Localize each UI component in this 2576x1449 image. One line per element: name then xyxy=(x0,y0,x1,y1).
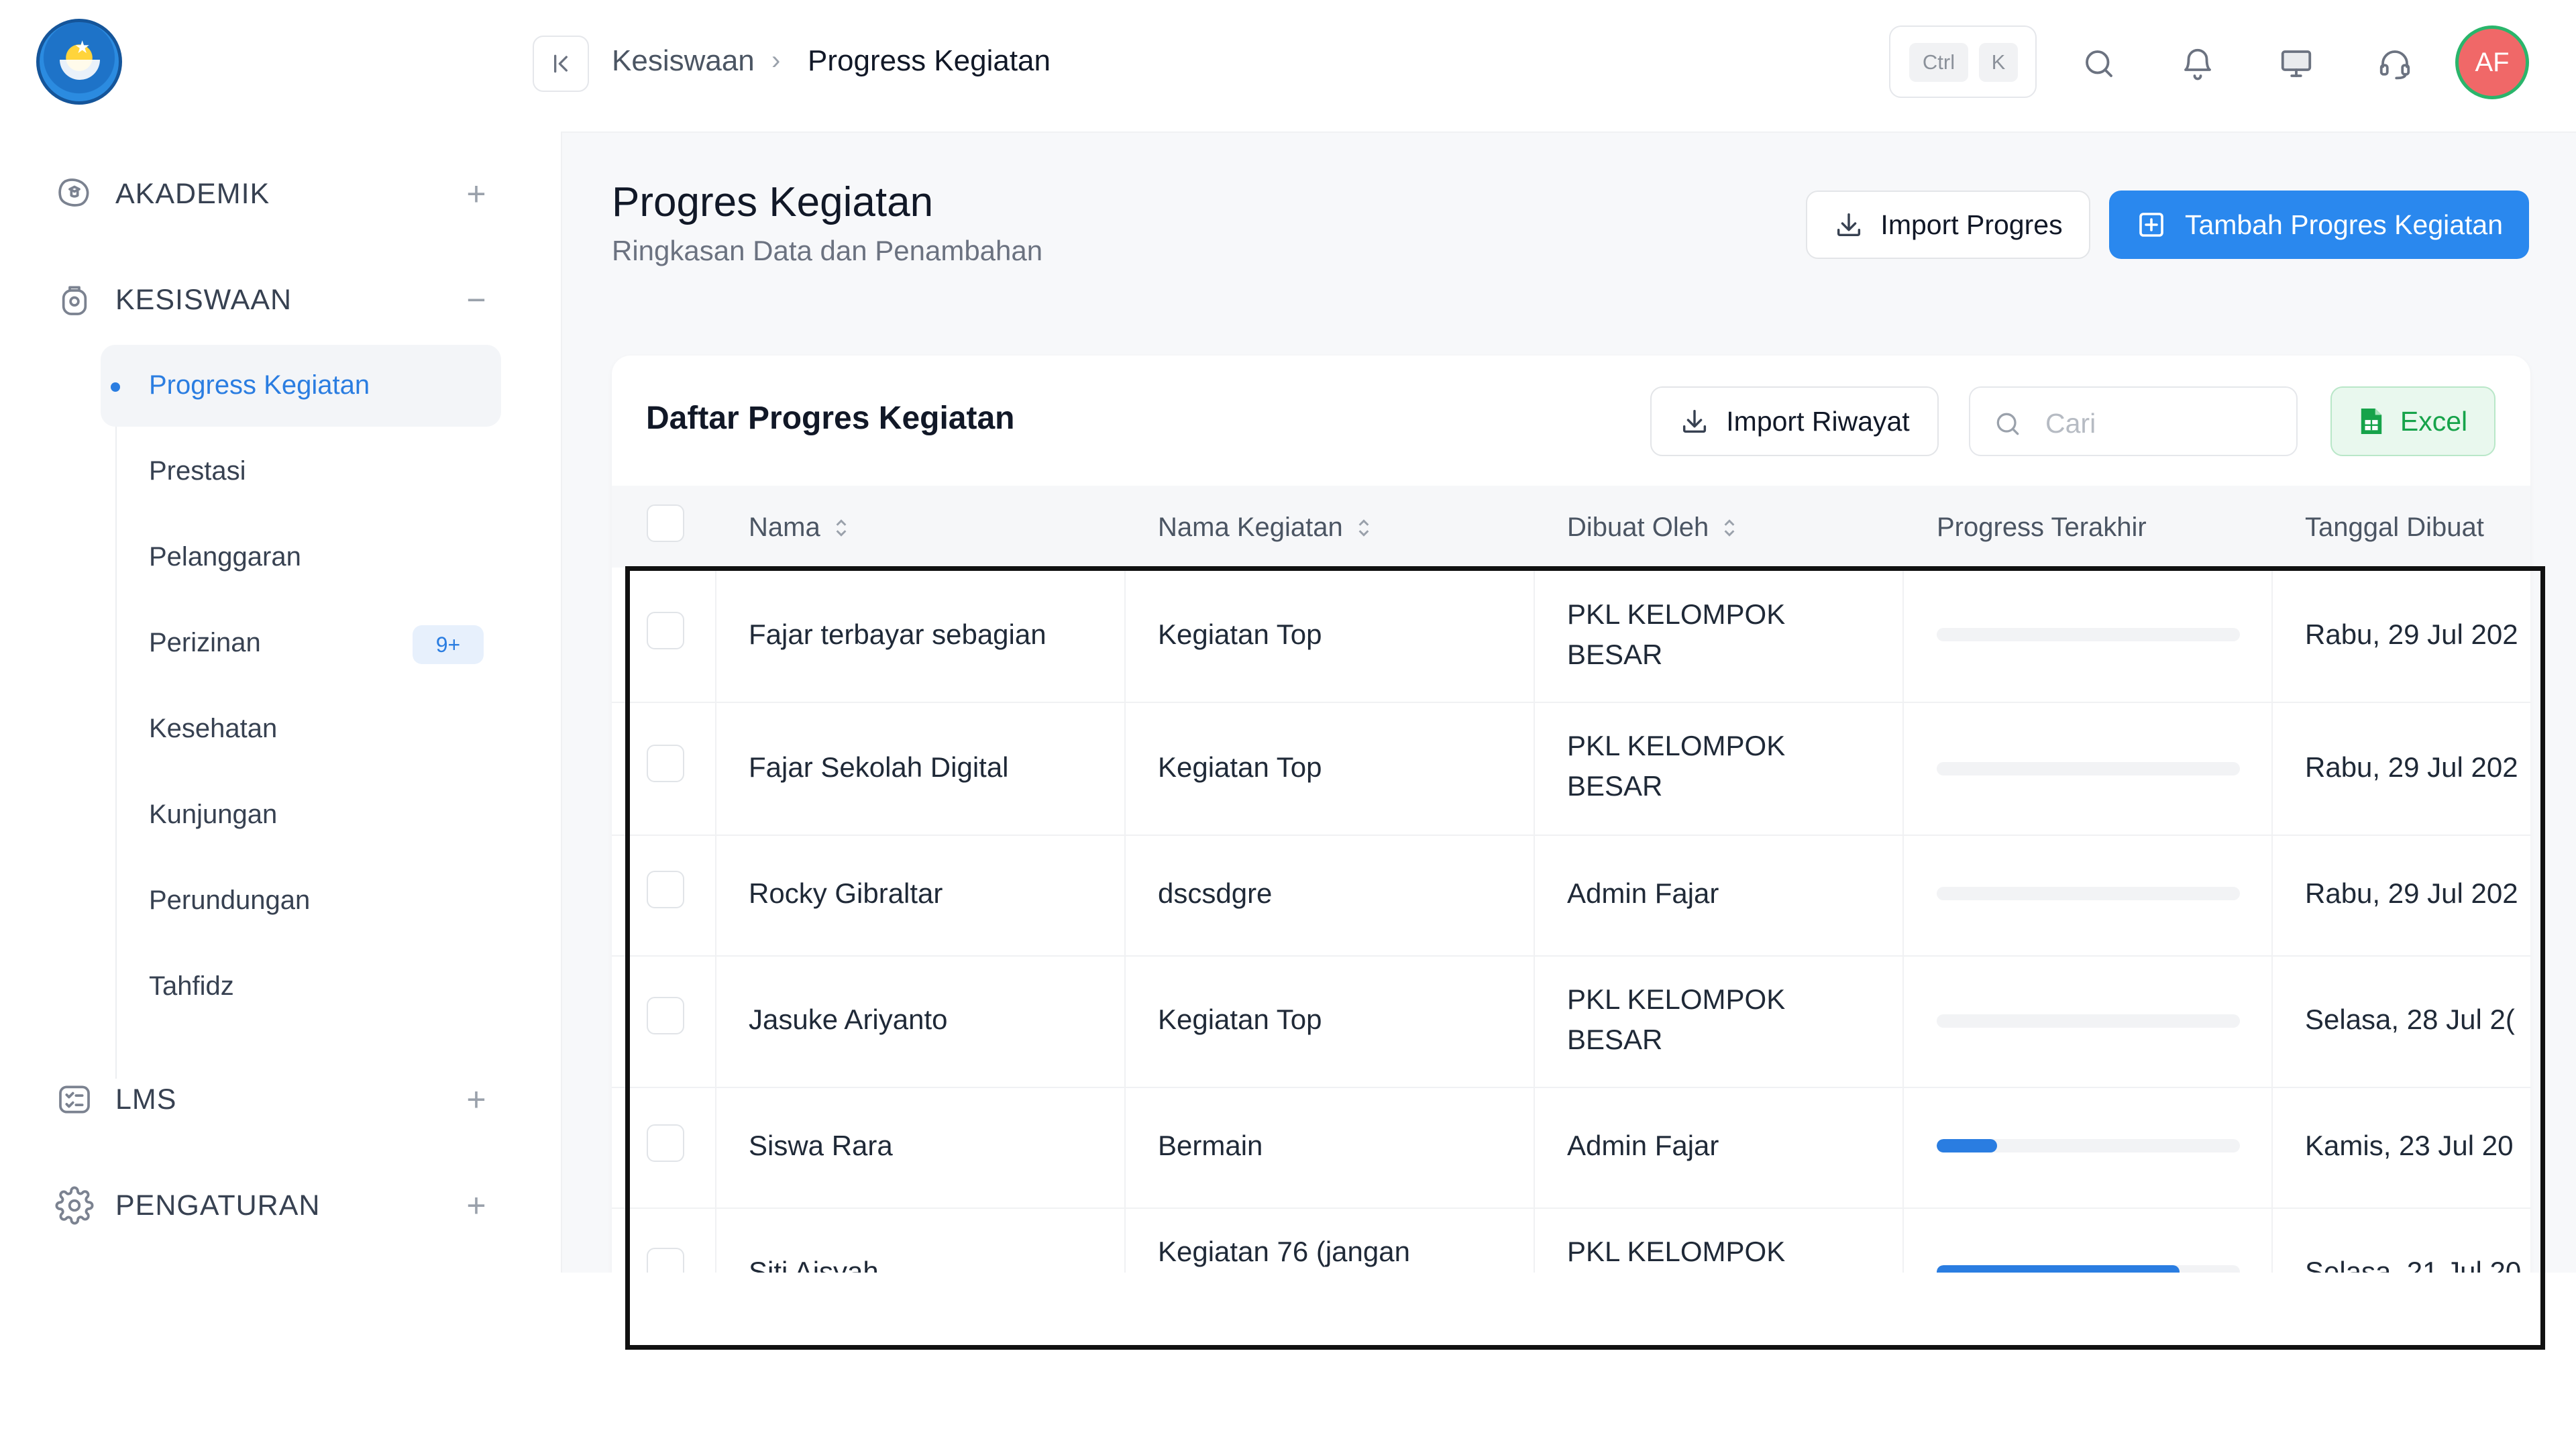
sidebar-group-label: PENGATURAN xyxy=(115,1189,321,1222)
sort-icon xyxy=(1355,517,1373,539)
import-riwayat-button[interactable]: Import Riwayat xyxy=(1650,386,1939,456)
kbd-ctrl: Ctrl xyxy=(1909,43,1968,82)
column-header-nama-kegiatan[interactable]: Nama Kegiatan xyxy=(1158,513,1373,543)
bell-icon[interactable] xyxy=(2176,42,2220,86)
command-shortcut[interactable]: Ctrl K xyxy=(1889,25,2037,98)
column-header-label: Nama xyxy=(749,513,820,542)
sidebar-group-pengaturan[interactable]: PENGATURAN + xyxy=(54,1185,486,1226)
sidebar-group-kesiswaan[interactable]: KESISWAAN − xyxy=(54,279,486,321)
column-header-label: Dibuat Oleh xyxy=(1567,513,1709,542)
sort-icon xyxy=(1721,517,1738,539)
highlight-box xyxy=(625,566,2545,1350)
table-title: Daftar Progres Kegiatan xyxy=(646,400,1015,436)
expand-icon[interactable]: + xyxy=(456,174,496,213)
button-label: Tambah Progres Kegiatan xyxy=(2184,209,2504,240)
column-header-label: Nama Kegiatan xyxy=(1158,513,1343,542)
headset-icon[interactable] xyxy=(2373,42,2417,86)
download-icon xyxy=(1833,209,1864,240)
excel-export-button[interactable]: Excel xyxy=(2330,386,2496,456)
page-subtitle: Ringkasan Data dan Penambahan xyxy=(612,235,1043,266)
search-icon xyxy=(1993,409,2023,442)
kbd-k: K xyxy=(1979,43,2018,82)
sidebar-group-lms[interactable]: LMS + xyxy=(54,1079,486,1120)
sidebar: ★ AKADEMIK + KESISWAAN − Progress Kegiat… xyxy=(0,0,562,1273)
monitor-icon[interactable] xyxy=(2274,42,2318,86)
tambah-progres-button[interactable]: Tambah Progres Kegiatan xyxy=(2109,191,2529,259)
button-label: Excel xyxy=(2400,405,2468,437)
student-icon xyxy=(54,279,95,321)
notification-badge: 9+ xyxy=(413,625,484,664)
search-placeholder: Cari xyxy=(2045,408,2096,439)
breadcrumb-current: Progress Kegiatan xyxy=(808,44,1051,77)
academic-icon xyxy=(54,173,95,215)
chevron-right-icon: › xyxy=(771,46,781,75)
sidebar-group-label: AKADEMIK xyxy=(115,177,270,210)
sort-icon xyxy=(833,517,850,539)
download-icon xyxy=(1679,406,1710,437)
sidebar-item-pelanggaran[interactable]: Pelanggaran xyxy=(149,542,301,572)
sidebar-group-label: LMS xyxy=(115,1083,177,1116)
page-title: Progres Kegiatan xyxy=(612,179,934,225)
sidebar-item-kunjungan[interactable]: Kunjungan xyxy=(149,800,277,830)
search-icon[interactable] xyxy=(2077,42,2121,86)
collapse-icon[interactable]: − xyxy=(456,280,496,319)
sidebar-item-perizinan[interactable]: Perizinan xyxy=(149,628,261,658)
sidebar-item-tahfidz[interactable]: Tahfidz xyxy=(149,971,234,1002)
sidebar-group-label: KESISWAAN xyxy=(115,283,292,316)
add-square-icon xyxy=(2135,209,2167,241)
breadcrumb-kesiswaan[interactable]: Kesiswaan xyxy=(612,44,755,78)
sidebar-item-label[interactable]: Progress Kegiatan xyxy=(149,370,370,400)
gear-icon xyxy=(54,1185,95,1226)
sidebar-item-kesehatan[interactable]: Kesehatan xyxy=(149,714,277,744)
collapse-left-icon xyxy=(554,54,568,73)
collapse-sidebar-button[interactable] xyxy=(533,36,589,92)
expand-icon[interactable]: + xyxy=(456,1080,496,1119)
sidebar-group-akademik[interactable]: AKADEMIK + xyxy=(54,173,486,215)
column-header-tanggal-dibuat: Tanggal Dibuat xyxy=(2305,513,2484,542)
submenu-divider xyxy=(115,408,117,1079)
button-label: Import Progres xyxy=(1880,209,2063,240)
import-progres-button[interactable]: Import Progres xyxy=(1806,191,2090,259)
column-header-dibuat-oleh[interactable]: Dibuat Oleh xyxy=(1567,513,1738,543)
logo-star-icon: ★ xyxy=(74,37,91,57)
lms-icon xyxy=(54,1079,95,1120)
select-all-checkbox[interactable] xyxy=(647,504,684,542)
spreadsheet-icon xyxy=(2359,406,2384,437)
column-header-nama[interactable]: Nama xyxy=(749,513,850,543)
logo: ★ xyxy=(36,19,122,105)
sidebar-item-perundungan[interactable]: Perundungan xyxy=(149,885,310,916)
user-avatar[interactable]: AF xyxy=(2455,25,2529,99)
column-header-progress-terakhir: Progress Terakhir xyxy=(1937,513,2147,542)
active-dot-icon xyxy=(111,382,120,392)
button-label: Import Riwayat xyxy=(1726,405,1910,437)
search-input[interactable]: Cari xyxy=(1969,386,2298,456)
sidebar-item-prestasi[interactable]: Prestasi xyxy=(149,456,246,486)
expand-icon[interactable]: + xyxy=(456,1186,496,1225)
